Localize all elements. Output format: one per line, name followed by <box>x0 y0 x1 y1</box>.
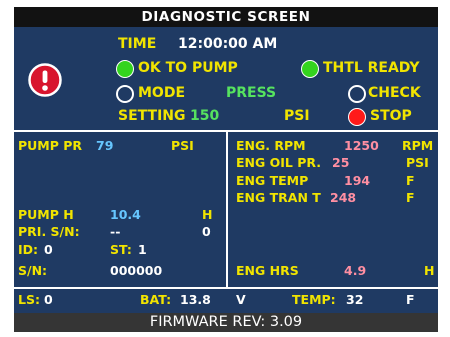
ok-to-pump-label: OK TO PUMP <box>138 60 238 76</box>
eng-hrs-value: 4.9 <box>344 263 367 278</box>
alert-icon <box>28 63 62 97</box>
ls-value: 0 <box>44 292 53 307</box>
pump-h-unit: H <box>202 207 213 222</box>
eng-hrs-unit: H <box>424 263 435 278</box>
st-value: 1 <box>138 242 147 257</box>
pri-sn-label: PRI. S/N: <box>18 224 80 239</box>
time-value: 12:00:00 AM <box>178 36 278 52</box>
firmware-revision: FIRMWARE REV: 3.09 <box>14 313 438 332</box>
id-value: 0 <box>44 242 53 257</box>
eng-oil-label: ENG OIL PR. <box>236 155 321 170</box>
pri-sn-count: 0 <box>202 224 211 239</box>
bottom-divider <box>14 287 438 289</box>
eng-tran-unit: F <box>406 190 415 205</box>
eng-tran-value: 248 <box>330 190 357 205</box>
bat-value: 13.8 <box>180 292 211 307</box>
temp-unit: F <box>406 292 415 307</box>
sn-value: 000000 <box>110 263 163 278</box>
bat-label: BAT: <box>140 292 172 307</box>
pump-pr-value: 79 <box>96 138 114 153</box>
mode-indicator-icon <box>116 85 134 103</box>
stop-indicator-icon <box>348 108 366 126</box>
eng-rpm-label: ENG. RPM <box>236 138 306 153</box>
setting-unit: PSI <box>284 108 310 124</box>
ok-to-pump-indicator-icon <box>116 60 134 78</box>
eng-rpm-unit: RPM <box>402 138 434 153</box>
mode-value: PRESS <box>226 85 277 101</box>
pump-pr-label: PUMP PR <box>18 138 83 153</box>
pump-h-value: 10.4 <box>110 207 141 222</box>
center-divider <box>226 132 228 287</box>
eng-rpm-value: 1250 <box>344 138 379 153</box>
pri-sn-value: -- <box>110 224 121 239</box>
diagnostic-screen: DIAGNOSTIC SCREEN TIME 12:00:00 AM OK TO… <box>14 7 438 332</box>
ls-label: LS: <box>18 292 40 307</box>
temp-label: TEMP: <box>292 292 336 307</box>
eng-oil-value: 25 <box>332 155 350 170</box>
temp-value: 32 <box>346 292 364 307</box>
sn-label: S/N: <box>18 263 48 278</box>
mode-label: MODE <box>138 85 186 101</box>
eng-tran-label: ENG TRAN T <box>236 190 321 205</box>
setting-label: SETTING <box>118 108 186 124</box>
pump-pr-unit: PSI <box>171 138 194 153</box>
check-label: CHECK <box>368 85 421 101</box>
thtl-ready-indicator-icon <box>301 60 319 78</box>
eng-hrs-label: ENG HRS <box>236 263 299 278</box>
eng-oil-unit: PSI <box>406 155 429 170</box>
time-label: TIME <box>118 36 157 52</box>
st-label: ST: <box>110 242 132 257</box>
thtl-ready-label: THTL READY <box>323 60 420 76</box>
bat-unit: V <box>236 292 246 307</box>
stop-label: STOP <box>370 108 412 124</box>
check-indicator-icon <box>348 85 366 103</box>
eng-temp-value: 194 <box>344 173 371 188</box>
screen-title: DIAGNOSTIC SCREEN <box>14 7 438 27</box>
setting-value: 150 <box>190 108 220 124</box>
eng-temp-unit: F <box>406 173 415 188</box>
id-label: ID: <box>18 242 39 257</box>
pump-h-label: PUMP H <box>18 207 74 222</box>
eng-temp-label: ENG TEMP <box>236 173 309 188</box>
